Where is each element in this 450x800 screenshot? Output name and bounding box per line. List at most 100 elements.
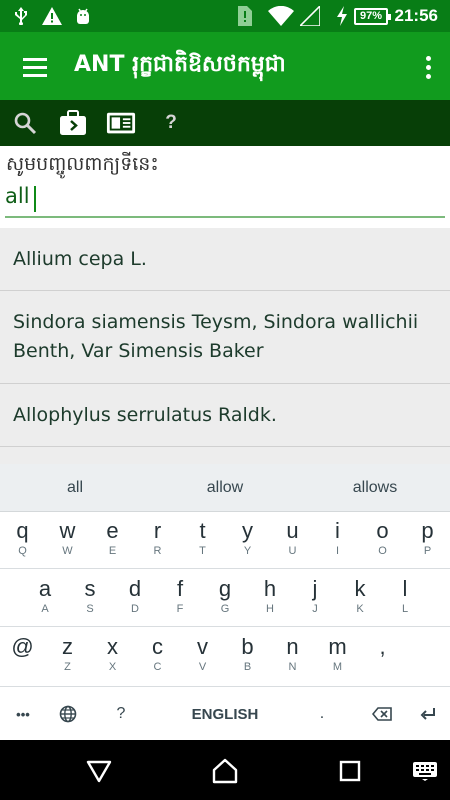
key-i[interactable]: iI [315, 512, 360, 567]
key-comma[interactable]: , [360, 628, 405, 683]
search-input[interactable] [5, 176, 445, 218]
key-hint: D [131, 603, 139, 615]
key-hint: O [378, 545, 387, 557]
key-hint: M [332, 661, 343, 673]
key-k[interactable]: kK [338, 570, 383, 625]
key-o[interactable]: oO [360, 512, 405, 567]
key-label: d [128, 576, 142, 601]
suggestion-1[interactable]: all [0, 464, 150, 512]
key-label: g [218, 576, 232, 601]
key-b[interactable]: bB [225, 628, 270, 683]
usb-icon [14, 0, 28, 32]
battery-level: 97% [354, 7, 391, 25]
result-item[interactable]: Allium cepa L. [0, 228, 450, 291]
result-item[interactable]: Allophylus serrulatus Raldk. [0, 384, 450, 447]
key-l[interactable]: lL [383, 570, 428, 625]
result-item[interactable]: Sindora siamensis Teysm, Sindora wallich… [0, 291, 450, 384]
key-u[interactable]: uU [270, 512, 315, 567]
soft-keyboard: q Qw We Er Rt Ty Yu Ui Io Op Pa As Sd Df Fg Gh Hj Jk Kl L @ z… [0, 512, 450, 740]
key-label: e [106, 518, 119, 543]
key-label: c [152, 634, 163, 659]
key-t[interactable]: tT [180, 512, 225, 567]
key-label: i [335, 518, 340, 543]
suggestion-2[interactable]: allow [150, 464, 300, 512]
enter-icon[interactable] [414, 688, 442, 740]
key-label: m [328, 634, 347, 659]
globe-icon[interactable] [54, 688, 82, 740]
cell-signal-icon [300, 0, 320, 32]
key-label: p [421, 518, 434, 543]
key-at[interactable]: @ [0, 628, 45, 683]
key-label: k [354, 576, 366, 601]
results-list: Allium cepa L. Sindora siamensis Teysm, … [0, 228, 450, 464]
key-label: o [376, 518, 389, 543]
help-button[interactable]: ? [156, 108, 186, 138]
keyboard-divider [0, 568, 450, 569]
status-bar: 97% 21:56 [0, 0, 450, 32]
key-label: a [38, 576, 52, 601]
charging-icon [336, 0, 348, 32]
keyboard-icon[interactable] [410, 756, 440, 786]
key-r[interactable]: rR [135, 512, 180, 567]
key-hint: H [266, 603, 274, 615]
key-e[interactable]: eE [90, 512, 135, 567]
key-hint: Q [18, 545, 27, 557]
key-x[interactable]: xX [90, 628, 135, 683]
key-m[interactable]: mM [315, 628, 360, 683]
key-label: l [402, 576, 408, 601]
keyboard-divider [0, 626, 450, 627]
key-p[interactable]: pP [405, 512, 450, 567]
key-label: n [286, 634, 299, 659]
key-label: j [312, 576, 318, 601]
key-a[interactable]: aA [23, 570, 68, 625]
key-hint: I [335, 545, 340, 557]
more-symbols-key[interactable]: ••• [8, 688, 38, 740]
suggestion-3[interactable]: allows [300, 464, 450, 512]
key-y[interactable]: yY [225, 512, 270, 567]
key-label: w [59, 518, 76, 543]
key-label: r [153, 518, 162, 543]
key-s[interactable]: sS [68, 570, 113, 625]
key-z[interactable]: zZ [45, 628, 90, 683]
more-vertical-icon[interactable] [420, 52, 436, 82]
navigation-bar [0, 740, 450, 800]
key-g[interactable]: gG [203, 570, 248, 625]
key-c[interactable]: cC [135, 628, 180, 683]
clock: 21:56 [394, 6, 438, 25]
space-bar[interactable]: ENGLISH [150, 688, 300, 740]
key-hint: J [312, 603, 318, 615]
key-hint: S [86, 603, 94, 615]
key-label: y [242, 518, 253, 543]
search-icon[interactable] [10, 108, 40, 138]
key-label: t [199, 518, 206, 543]
key-hint: F [176, 603, 184, 615]
key-hint: L [401, 603, 409, 615]
key-hint: B [243, 661, 252, 673]
key-f[interactable]: fF [158, 570, 203, 625]
hamburger-menu-icon[interactable] [18, 52, 52, 82]
key-v[interactable]: vV [180, 628, 225, 683]
back-triangle-icon[interactable] [84, 756, 114, 786]
recents-square-icon[interactable] [335, 756, 365, 786]
key-h[interactable]: hH [248, 570, 293, 625]
backspace-icon[interactable] [366, 688, 398, 740]
question-key[interactable]: ? [106, 688, 136, 740]
android-debug-icon [74, 0, 92, 32]
key-d[interactable]: dD [113, 570, 158, 625]
key-hint: U [288, 545, 297, 557]
key-hint: A [41, 603, 49, 615]
key-label: @ [11, 634, 34, 659]
key-label: x [107, 634, 118, 659]
key-j[interactable]: jJ [293, 570, 338, 625]
key-hint: R [153, 545, 162, 557]
key-q[interactable]: qQ [0, 512, 45, 567]
period-key[interactable]: . [308, 688, 336, 740]
toolbar: ? [0, 100, 450, 146]
home-icon[interactable] [210, 756, 240, 786]
key-w[interactable]: wW [45, 512, 90, 567]
book-icon[interactable] [106, 108, 136, 138]
key-label: s [84, 576, 96, 601]
briefcase-icon[interactable] [58, 108, 88, 138]
key-label: q [16, 518, 29, 543]
key-n[interactable]: nN [270, 628, 315, 683]
